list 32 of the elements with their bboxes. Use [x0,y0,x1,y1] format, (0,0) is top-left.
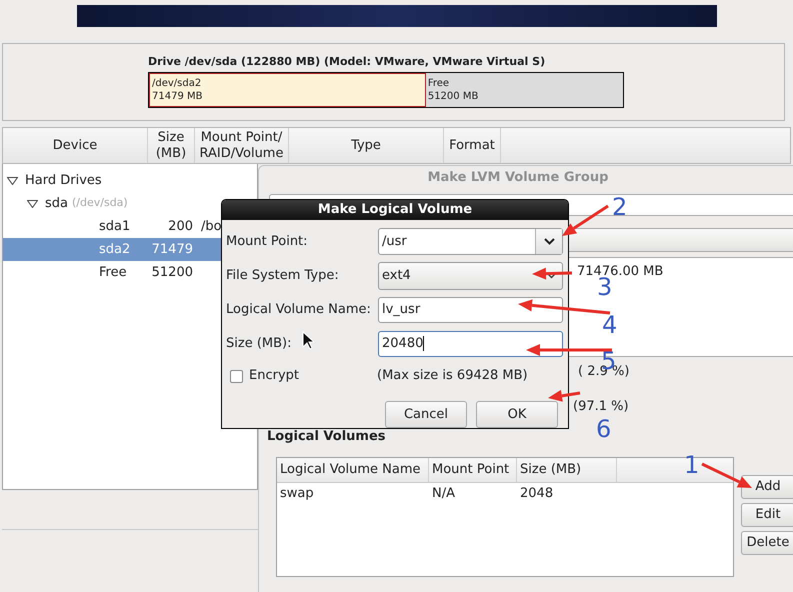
device-path: (/dev/sda) [72,195,128,212]
segment-size: 71479 MB [152,90,204,102]
size-cell-text: 51200 [150,264,193,282]
annotation-number: 3 [597,274,612,300]
device-name: sda2 [99,240,130,259]
field-label: Logical Volume Name: [226,300,371,319]
annotation-number: 4 [602,312,618,338]
device-name: Hard Drives [25,172,102,190]
max-size-note: (Max size is 69428 MB) [377,367,528,386]
device-name: Free [99,264,127,282]
table-cell-text: swap [279,484,315,503]
segment-label: /dev/sda2 [152,76,202,90]
checkbox-label: Encrypt [249,367,299,386]
annotation-number: 6 [596,416,612,442]
segment-size: 51200 MB [428,90,480,102]
segment-label: Free [428,76,450,90]
field-label: Size (MB): [226,334,292,353]
dialog-title: Make Logical Volume [222,200,568,220]
size-cell-text: 200 [167,218,193,236]
table-cell-text: 2048 [519,484,554,503]
free-percent: (97.1 %) [573,398,629,416]
annotation-number: 1 [684,452,700,478]
device-name: sda [45,194,68,213]
window-title: Make LVM Volume Group [426,168,610,187]
drive-title: Drive /dev/sda (122880 MB) (Model: VMware, VMware Virtual S) [148,54,546,70]
field-label: File System Type: [226,266,339,285]
table-cell-text: N/A [431,484,456,503]
annotation-number: 2 [612,194,628,220]
section-title: Logical Volumes [267,428,386,446]
size-cell-text: 71479 [150,240,193,259]
device-name: sda1 [99,218,130,236]
mount-point-cell-text: /bo [201,218,222,236]
